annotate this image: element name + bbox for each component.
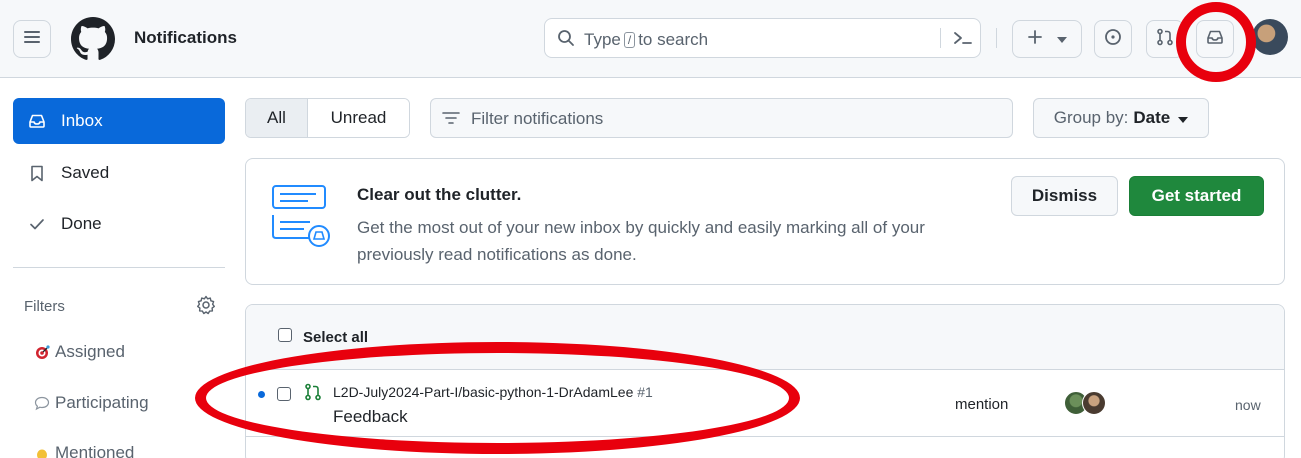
search-placeholder: Type / to search (584, 30, 709, 49)
pull-request-icon (1156, 28, 1174, 51)
filters-heading: Filters (24, 298, 65, 315)
bookmark-icon (27, 163, 47, 183)
tab-all[interactable]: All (246, 99, 308, 137)
menu-button[interactable] (13, 20, 51, 58)
sidebar-item-label: Saved (61, 163, 110, 182)
group-by-value: Date (1133, 108, 1171, 127)
filter-icon (441, 110, 461, 131)
sidebar-item-label: Inbox (61, 111, 103, 130)
select-all-label: Select all (303, 329, 369, 346)
participant-avatars (1064, 391, 1110, 417)
gear-icon[interactable] (196, 295, 216, 320)
triangle-down-icon (1178, 108, 1189, 128)
sidebar-item-done[interactable]: Done (13, 201, 225, 247)
triangle-down-icon (1057, 30, 1067, 48)
command-palette-icon[interactable] (952, 28, 974, 53)
filter-mentioned[interactable]: Mentioned (33, 443, 134, 458)
avatar (1082, 391, 1106, 415)
clutter-banner: Clear out the clutter. Get the most out … (245, 158, 1285, 285)
notification-reason: mention (955, 396, 1009, 413)
notification-time: now (1235, 397, 1261, 413)
sidebar-item-inbox[interactable]: Inbox (13, 98, 225, 144)
sidebar-item-label: Done (61, 214, 102, 233)
banner-title: Clear out the clutter. (357, 185, 522, 204)
select-all-checkbox[interactable] (278, 328, 292, 342)
issues-button[interactable] (1094, 20, 1132, 58)
page-title: Notifications (134, 28, 237, 47)
tab-unread[interactable]: Unread (308, 99, 409, 137)
search-shortcut-key: / (623, 32, 636, 48)
inbox-zero-illustration-icon (270, 183, 334, 252)
dismiss-button[interactable]: Dismiss (1011, 176, 1118, 216)
target-icon (33, 343, 51, 361)
issue-icon (1104, 28, 1122, 51)
search-divider (940, 28, 941, 48)
filter-placeholder: Filter notifications (471, 109, 604, 128)
group-by-dropdown[interactable]: Group by: Date (1033, 98, 1209, 138)
search-icon (557, 29, 575, 52)
search-input[interactable]: Type / to search (544, 18, 981, 58)
top-header: Notifications Type / to search (0, 0, 1301, 78)
speech-bubble-icon (33, 394, 51, 412)
filter-participating[interactable]: Participating (33, 393, 149, 413)
hamburger-icon (24, 30, 40, 49)
banner-body: Get the most out of your new inbox by qu… (357, 218, 925, 264)
create-new-button[interactable] (1012, 20, 1082, 58)
check-icon (27, 214, 47, 234)
user-avatar[interactable] (1252, 19, 1288, 55)
filter-assigned[interactable]: Assigned (33, 342, 125, 362)
annotation-ellipse (195, 342, 800, 454)
annotation-circle (1176, 2, 1256, 82)
get-started-button[interactable]: Get started (1129, 176, 1264, 216)
github-logo[interactable] (71, 17, 115, 61)
inbox-icon (27, 111, 47, 131)
header-divider (996, 28, 997, 48)
filter-notifications-input[interactable]: Filter notifications (430, 98, 1013, 138)
plus-icon (1027, 29, 1043, 50)
sidebar-item-saved[interactable]: Saved (13, 150, 225, 196)
sidebar-divider (13, 267, 225, 268)
read-filter-tabs: All Unread (245, 98, 410, 138)
hand-icon (33, 444, 51, 458)
